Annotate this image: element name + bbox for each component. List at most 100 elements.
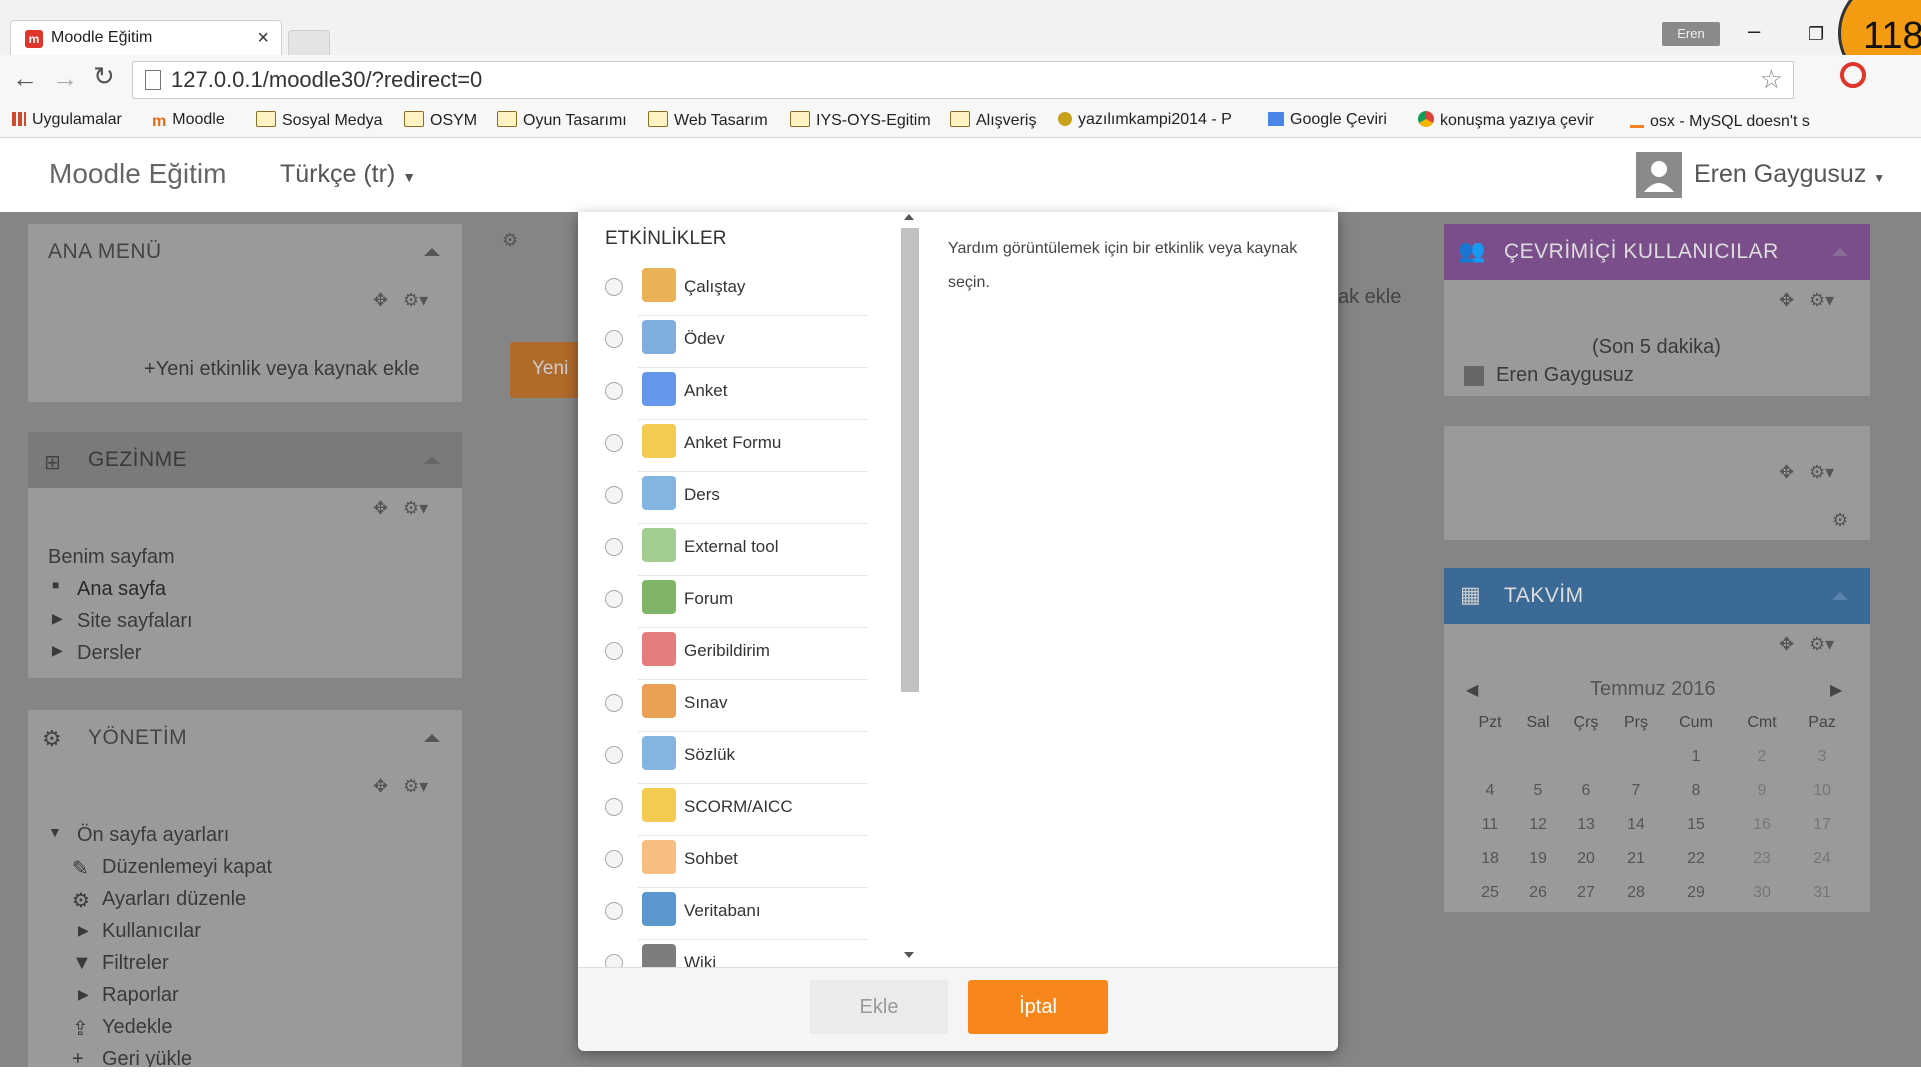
gear-icon[interactable]: ⚙▾ <box>403 776 428 797</box>
bookmark-moodle[interactable]: m Moodle <box>152 111 225 130</box>
collapse-icon[interactable] <box>424 248 440 256</box>
expand-icon[interactable]: ▶ <box>78 922 89 939</box>
activity-option[interactable]: Sözlük <box>578 732 868 784</box>
calendar-day[interactable]: 18 <box>1472 850 1508 868</box>
calendar-day[interactable]: 10 <box>1804 782 1840 800</box>
calendar-day[interactable]: 23 <box>1744 850 1780 868</box>
calendar-day[interactable]: 15 <box>1678 816 1714 834</box>
bookmark-web-tasarim[interactable]: Web Tasarım <box>648 111 768 130</box>
bookmark-google-ceviri[interactable]: Google Çeviri <box>1268 111 1387 129</box>
admin-edit-settings[interactable]: Ayarları düzenle <box>102 888 246 911</box>
expand-icon[interactable]: ▶ <box>52 642 63 659</box>
calendar-day[interactable]: 25 <box>1472 884 1508 902</box>
new-tab-button[interactable] <box>288 30 330 56</box>
calendar-day[interactable]: 26 <box>1520 884 1556 902</box>
calendar-day[interactable]: 16 <box>1744 816 1780 834</box>
gear-icon[interactable]: ⚙▾ <box>403 290 428 311</box>
expand-icon[interactable]: ▶ <box>52 610 63 627</box>
activity-option[interactable]: Sohbet <box>578 836 868 888</box>
browser-profile-badge[interactable]: Eren <box>1662 22 1720 46</box>
url-field[interactable]: 127.0.0.1/moodle30/?redirect=0 ☆ <box>132 61 1794 99</box>
activity-radio[interactable] <box>605 798 623 816</box>
bookmark-star-icon[interactable]: ☆ <box>1760 64 1783 95</box>
scrollbar-thumb[interactable] <box>901 228 919 692</box>
gear-icon[interactable]: ⚙▾ <box>403 498 428 519</box>
move-icon[interactable]: ✥ <box>373 498 388 519</box>
calendar-day[interactable]: 4 <box>1472 782 1508 800</box>
back-icon[interactable]: ← <box>12 63 38 94</box>
gear-icon[interactable]: ⚙ <box>1832 510 1848 531</box>
admin-reports[interactable]: Raporlar <box>102 984 179 1007</box>
activity-radio[interactable] <box>605 330 623 348</box>
calendar-day[interactable]: 14 <box>1618 816 1654 834</box>
activity-radio[interactable] <box>605 486 623 504</box>
activity-radio[interactable] <box>605 694 623 712</box>
calendar-day[interactable]: 24 <box>1804 850 1840 868</box>
calendar-day[interactable]: 28 <box>1618 884 1654 902</box>
close-tab-icon[interactable]: × <box>257 27 269 50</box>
activity-option[interactable]: Forum <box>578 576 868 628</box>
activity-radio[interactable] <box>605 278 623 296</box>
admin-backup[interactable]: Yedekle <box>102 1016 172 1039</box>
calendar-day[interactable]: 13 <box>1568 816 1604 834</box>
calendar-day[interactable]: 19 <box>1520 850 1556 868</box>
calendar-day[interactable]: 9 <box>1744 782 1780 800</box>
activity-option[interactable]: Sınav <box>578 680 868 732</box>
site-brand[interactable]: Moodle Eğitim <box>49 158 226 190</box>
activity-radio[interactable] <box>605 382 623 400</box>
activity-radio[interactable] <box>605 954 623 967</box>
move-icon[interactable]: ✥ <box>1779 290 1794 311</box>
reload-icon[interactable]: ↻ <box>93 61 115 92</box>
collapse-icon[interactable] <box>1832 592 1848 600</box>
calendar-day[interactable]: 12 <box>1520 816 1556 834</box>
opera-icon[interactable] <box>1840 62 1866 88</box>
calendar-day[interactable]: 3 <box>1804 748 1840 766</box>
bookmark-apps[interactable]: Uygulamalar <box>12 111 122 129</box>
calendar-day[interactable]: 5 <box>1520 782 1556 800</box>
calendar-day[interactable]: 30 <box>1744 884 1780 902</box>
nav-site-pages[interactable]: Site sayfaları <box>77 610 193 633</box>
admin-filters[interactable]: Filtreler <box>102 952 169 975</box>
online-user-name[interactable]: Eren Gaygusuz <box>1496 364 1634 387</box>
calendar-day[interactable]: 6 <box>1568 782 1604 800</box>
move-icon[interactable]: ✥ <box>1779 634 1794 655</box>
activity-option[interactable]: Anket <box>578 368 868 420</box>
bookmark-sosyal-medya[interactable]: Sosyal Medya <box>256 111 383 130</box>
calendar-day[interactable]: 17 <box>1804 816 1840 834</box>
admin-users[interactable]: Kullanıcılar <box>102 920 201 943</box>
activity-radio[interactable] <box>605 590 623 608</box>
bookmark-osym[interactable]: OSYM <box>404 111 477 130</box>
expand-icon[interactable]: ▶ <box>78 986 89 1003</box>
bookmark-iys-oys[interactable]: IYS-OYS-Egitim <box>790 111 931 130</box>
activity-radio[interactable] <box>605 538 623 556</box>
cancel-button[interactable]: İptal <box>968 980 1108 1034</box>
calendar-day[interactable]: 27 <box>1568 884 1604 902</box>
move-icon[interactable]: ✥ <box>373 776 388 797</box>
bookmark-alisveris[interactable]: Alışveriş <box>950 111 1036 130</box>
activity-radio[interactable] <box>605 642 623 660</box>
next-month-icon[interactable]: ▶ <box>1830 680 1842 700</box>
add-button[interactable]: Ekle <box>810 980 948 1034</box>
nav-courses[interactable]: Dersler <box>77 642 141 665</box>
prev-month-icon[interactable]: ◀ <box>1466 680 1478 700</box>
browser-tab[interactable]: m Moodle Eğitim × <box>10 20 282 56</box>
collapse-tree-icon[interactable]: ▼ <box>48 824 62 840</box>
scroll-down-icon[interactable] <box>904 952 914 958</box>
activity-radio[interactable] <box>605 902 623 920</box>
activity-radio[interactable] <box>605 850 623 868</box>
activity-option[interactable]: Ders <box>578 472 868 524</box>
activity-option[interactable]: Anket Formu <box>578 420 868 472</box>
add-activity-link[interactable]: +Yeni etkinlik veya kaynak ekle <box>144 358 420 381</box>
move-icon[interactable]: ✥ <box>1779 462 1794 483</box>
gear-icon[interactable]: ⚙▾ <box>1809 462 1834 483</box>
gear-icon[interactable]: ⚙▾ <box>1809 634 1834 655</box>
calendar-day[interactable]: 7 <box>1618 782 1654 800</box>
collapse-icon[interactable] <box>424 734 440 742</box>
calendar-day[interactable]: 21 <box>1618 850 1654 868</box>
calendar-day[interactable]: 1 <box>1678 748 1714 766</box>
calendar-day[interactable]: 31 <box>1804 884 1840 902</box>
collapse-icon[interactable] <box>1832 248 1848 256</box>
bookmark-osx-mysql[interactable]: osx - MySQL doesn't s <box>1630 111 1810 131</box>
gear-icon[interactable]: ⚙▾ <box>1809 290 1834 311</box>
new-activity-button[interactable]: Yeni <box>510 342 580 398</box>
